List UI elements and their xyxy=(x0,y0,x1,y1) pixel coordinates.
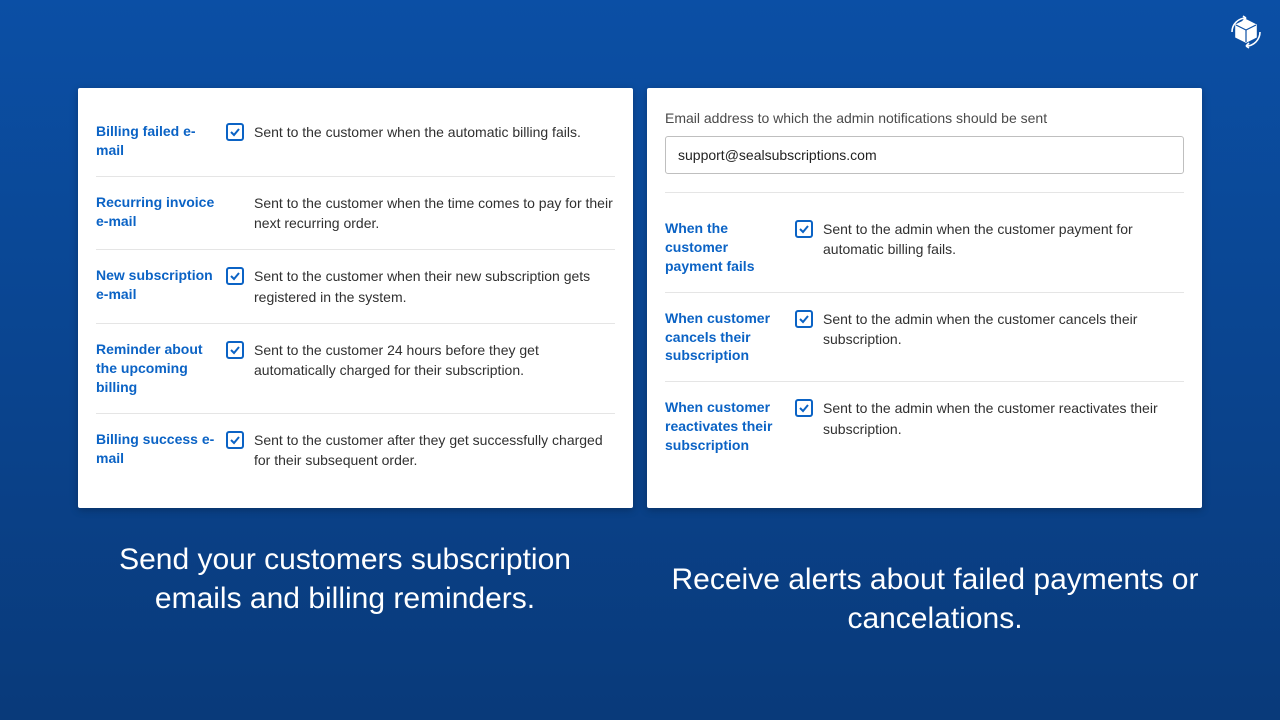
admin-notifications-panel: Email address to which the admin notific… xyxy=(647,88,1202,508)
setting-row: New subscription e-mail Sent to the cust… xyxy=(96,250,615,324)
checkbox[interactable] xyxy=(226,341,244,359)
setting-desc: Sent to the customer after they get succ… xyxy=(254,430,615,471)
setting-label[interactable]: Reminder about the upcoming billing xyxy=(96,340,216,397)
setting-desc: Sent to the admin when the customer paym… xyxy=(823,219,1184,260)
setting-desc: Sent to the customer when the automatic … xyxy=(254,122,581,142)
customer-emails-panel: Billing failed e-mail Sent to the custom… xyxy=(78,88,633,508)
setting-row: When the customer payment fails Sent to … xyxy=(665,203,1184,293)
setting-row: Billing success e-mail Sent to the custo… xyxy=(96,414,615,487)
setting-desc: Sent to the customer 24 hours before the… xyxy=(254,340,615,381)
setting-row: Billing failed e-mail Sent to the custom… xyxy=(96,106,615,177)
setting-row: When customer cancels their subscription… xyxy=(665,293,1184,383)
setting-desc: Sent to the customer when their new subs… xyxy=(254,266,615,307)
right-caption: Receive alerts about failed payments or … xyxy=(670,540,1200,638)
setting-label[interactable]: When the customer payment fails xyxy=(665,219,785,276)
setting-label[interactable]: When customer cancels their subscription xyxy=(665,309,785,366)
checkbox[interactable] xyxy=(226,267,244,285)
checkbox[interactable] xyxy=(226,123,244,141)
setting-label[interactable]: Recurring invoice e-mail xyxy=(96,193,216,231)
refresh-box-icon xyxy=(1226,12,1266,52)
setting-row: Recurring invoice e-mail Sent to the cus… xyxy=(96,177,615,251)
checkbox[interactable] xyxy=(795,399,813,417)
setting-row: When customer reactivates their subscrip… xyxy=(665,382,1184,471)
admin-email-label: Email address to which the admin notific… xyxy=(665,110,1184,126)
admin-email-input[interactable] xyxy=(665,136,1184,174)
setting-label[interactable]: New subscription e-mail xyxy=(96,266,216,304)
setting-label[interactable]: When customer reactivates their subscrip… xyxy=(665,398,785,455)
setting-label[interactable]: Billing failed e-mail xyxy=(96,122,216,160)
setting-label[interactable]: Billing success e-mail xyxy=(96,430,216,468)
setting-desc: Sent to the admin when the customer reac… xyxy=(823,398,1184,439)
checkbox[interactable] xyxy=(795,310,813,328)
checkbox[interactable] xyxy=(795,220,813,238)
checkbox[interactable] xyxy=(226,431,244,449)
setting-desc: Sent to the customer when the time comes… xyxy=(254,193,615,234)
setting-desc: Sent to the admin when the customer canc… xyxy=(823,309,1184,350)
left-caption: Send your customers subscription emails … xyxy=(80,540,610,638)
setting-row: Reminder about the upcoming billing Sent… xyxy=(96,324,615,414)
